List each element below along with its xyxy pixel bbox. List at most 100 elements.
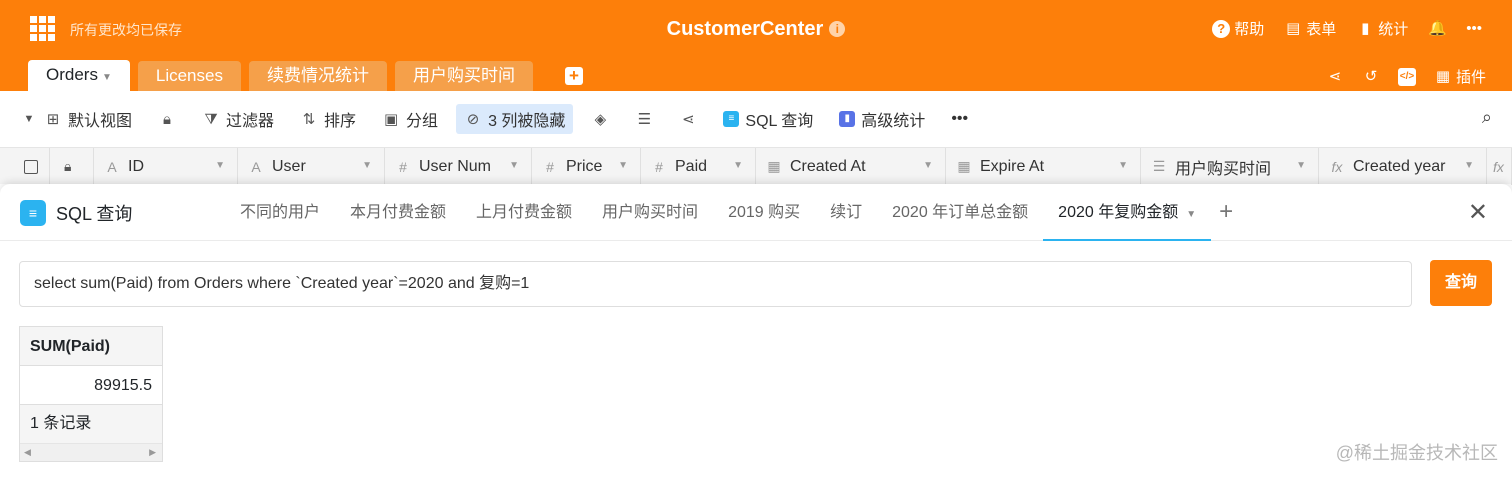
query-tab[interactable]: 本月付费金额 xyxy=(335,184,461,241)
column-name: Created year xyxy=(1353,157,1446,175)
calendar-icon: ▦ xyxy=(767,158,781,174)
group-label: 分组 xyxy=(406,113,439,130)
view-selector[interactable]: ▼ ⊞ 默认视图 xyxy=(20,107,132,131)
tab-renewal-stats[interactable]: 续费情况统计 xyxy=(248,61,387,91)
eye-off-icon: ⊘ xyxy=(466,111,480,128)
add-table-icon[interactable]: + xyxy=(564,67,583,85)
view-label: 默认视图 xyxy=(68,113,133,130)
tab-purchase-time[interactable]: 用户购买时间 xyxy=(394,61,533,91)
database-icon: ≡ xyxy=(20,200,46,226)
text-type-icon: A xyxy=(251,158,261,175)
chevron-down-icon[interactable]: ▼ xyxy=(1186,209,1196,220)
base-title-text: CustomerCenter xyxy=(666,18,824,40)
row-height-button[interactable]: ☰ xyxy=(635,110,653,128)
chevron-down-icon[interactable]: ▼ xyxy=(362,160,372,171)
column-header[interactable]: ☰ 用户购买时间 ▼ xyxy=(1141,148,1319,185)
query-tab[interactable]: 上月付费金额 xyxy=(461,184,587,241)
info-icon[interactable]: i xyxy=(829,21,846,37)
apps-grid-icon[interactable] xyxy=(30,16,55,41)
query-tab[interactable]: 续订 xyxy=(815,184,877,241)
save-status: 所有更改均已保存 xyxy=(70,22,182,38)
column-header[interactable]: # Price ▼ xyxy=(532,148,641,185)
number-type-icon: # xyxy=(655,158,663,175)
query-tab[interactable]: 不同的用户 xyxy=(225,184,335,241)
list-icon: ☰ xyxy=(1152,158,1166,174)
formula-icon: fx xyxy=(1331,158,1343,175)
column-name: User Num xyxy=(419,157,492,175)
horizontal-scrollbar[interactable]: ◀ ▶ xyxy=(20,443,162,461)
calendar-icon: ▦ xyxy=(957,158,971,174)
query-result-table: SUM(Paid) 89915.5 1 条记录 ◀ ▶ xyxy=(19,326,163,462)
column-name: Price xyxy=(566,157,603,175)
text-type-icon: A xyxy=(107,158,117,175)
sql-query-label: SQL 查询 xyxy=(745,113,814,130)
stats-button[interactable]: ▮ 统计 xyxy=(1356,18,1408,39)
run-query-button[interactable]: 查询 xyxy=(1430,260,1492,306)
chevron-down-icon[interactable]: ▼ xyxy=(215,160,225,171)
scroll-right-icon[interactable]: ▶ xyxy=(149,447,156,458)
chevron-down-icon[interactable]: ▼ xyxy=(923,160,933,171)
column-header[interactable]: # Paid ▼ xyxy=(641,148,756,185)
column-header[interactable]: ▦ Created At ▼ xyxy=(756,148,946,185)
chevron-down-icon[interactable]: ▼ xyxy=(733,160,743,171)
row-color-button[interactable]: ◈ xyxy=(591,110,609,128)
column-header[interactable]: fx xyxy=(1487,148,1512,185)
chevron-down-icon[interactable]: ▼ xyxy=(618,160,628,171)
help-button[interactable]: ? 帮助 xyxy=(1212,18,1264,39)
query-tab-label: 2020 年复购金额 xyxy=(1058,204,1179,221)
close-icon[interactable]: ✕ xyxy=(1468,198,1488,227)
sql-query-input[interactable]: select sum(Paid) from Orders where `Crea… xyxy=(19,261,1412,307)
column-header[interactable]: A User ▼ xyxy=(238,148,385,185)
lock-view-button[interactable]: 🔒︎ xyxy=(158,111,176,128)
form-label: 表单 xyxy=(1306,21,1337,38)
query-tab-active[interactable]: 2020 年复购金额 ▼ xyxy=(1043,184,1212,241)
column-name: 用户购买时间 xyxy=(1175,160,1272,178)
tab-orders-label: Orders xyxy=(46,65,98,84)
query-tab[interactable]: 2020 年订单总金额 xyxy=(877,184,1043,241)
column-header[interactable]: A ID ▼ xyxy=(94,148,238,185)
query-tab[interactable]: 用户购买时间 xyxy=(587,184,713,241)
sort-button[interactable]: ⇅ 排序 xyxy=(300,107,356,131)
toolbar-more-button[interactable]: ••• xyxy=(951,110,968,128)
help-icon: ? xyxy=(1212,19,1231,38)
lock-icon: 🔒︎ xyxy=(64,158,72,174)
bell-icon[interactable]: 🔔 xyxy=(1428,20,1447,38)
chevron-down-icon[interactable]: ▼ xyxy=(1464,160,1474,171)
script-icon[interactable]: </> xyxy=(1397,67,1416,86)
stats-icon: ▮ xyxy=(839,111,856,127)
filter-icon: ⧩ xyxy=(204,110,218,128)
sort-icon: ⇅ xyxy=(302,111,316,128)
scroll-left-icon[interactable]: ◀ xyxy=(24,447,31,458)
plugins-button[interactable]: ▦ 插件 xyxy=(1434,66,1486,87)
column-header[interactable]: ▦ Expire At ▼ xyxy=(946,148,1141,185)
hidden-columns-button[interactable]: ⊘ 3 列被隐藏 xyxy=(456,104,574,134)
search-icon[interactable]: ⌕ xyxy=(1482,107,1492,128)
column-header[interactable]: # User Num ▼ xyxy=(385,148,532,185)
help-label: 帮助 xyxy=(1234,21,1265,38)
filter-button[interactable]: ⧩ 过滤器 xyxy=(202,107,274,131)
query-tab[interactable]: 2019 购买 xyxy=(713,184,815,241)
add-query-icon[interactable]: + xyxy=(1219,184,1233,241)
more-menu-button[interactable]: ••• xyxy=(1466,20,1482,37)
lock-icon: 🔒︎ xyxy=(163,110,171,128)
sql-query-button[interactable]: ≡ SQL 查询 xyxy=(723,107,813,131)
share-icon[interactable]: ⋖ xyxy=(1326,68,1344,86)
chevron-down-icon[interactable]: ▼ xyxy=(102,72,112,83)
chevron-down-icon[interactable]: ▼ xyxy=(1118,160,1128,171)
plugins-grid-icon: ▦ xyxy=(1435,67,1451,85)
history-icon[interactable]: ↺ xyxy=(1362,68,1380,86)
filter-label: 过滤器 xyxy=(226,113,275,130)
chevron-down-icon[interactable]: ▼ xyxy=(509,160,519,171)
select-all-checkbox[interactable] xyxy=(0,148,50,185)
tab-licenses[interactable]: Licenses xyxy=(137,61,241,91)
share-view-button[interactable]: ⋖ xyxy=(679,110,697,128)
sql-panel-title: ≡ SQL 查询 xyxy=(20,200,132,226)
form-button[interactable]: ▤ 表单 xyxy=(1284,18,1336,39)
tab-orders[interactable]: Orders ▼ xyxy=(28,60,130,91)
advanced-stats-button[interactable]: ▮ 高级统计 xyxy=(839,107,925,131)
group-button[interactable]: ▣ 分组 xyxy=(382,107,438,131)
plugins-label: 插件 xyxy=(1455,69,1486,86)
tab-bar-tools: ⋖ ↺ </> ▦ 插件 xyxy=(1326,66,1486,87)
chevron-down-icon[interactable]: ▼ xyxy=(1296,160,1306,171)
column-header[interactable]: fx Created year ▼ xyxy=(1319,148,1487,185)
